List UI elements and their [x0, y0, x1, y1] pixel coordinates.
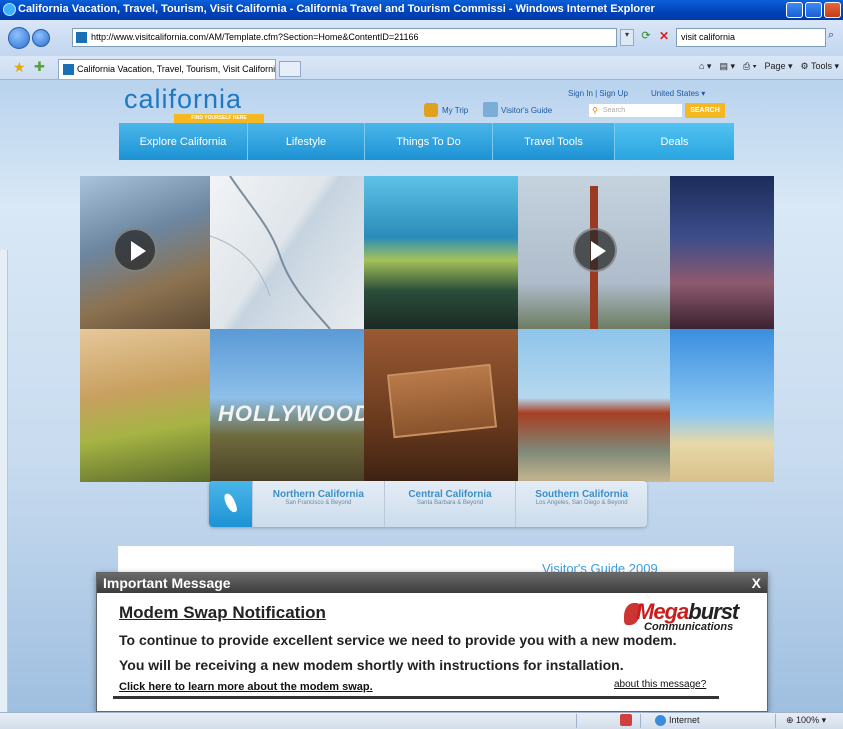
popup-header: Important Message X — [97, 573, 767, 593]
region-selector: Northern California San Francisco & Beyo… — [209, 481, 647, 527]
logo-word: california — [124, 84, 243, 114]
status-divider — [576, 714, 577, 728]
feeds-icon[interactable]: ▤ ▾ — [719, 61, 735, 72]
address-field[interactable]: http://www.visitcalifornia.com/AM/Templa… — [72, 28, 617, 47]
popup-close-button[interactable]: X — [752, 575, 761, 591]
map-photo[interactable] — [210, 176, 364, 329]
left-panel-edge — [0, 250, 8, 712]
chocolate-photo[interactable] — [364, 329, 518, 482]
stop-button[interactable]: ✕ — [656, 29, 672, 46]
nav-lifestyle[interactable]: Lifestyle — [248, 123, 365, 160]
learn-more-link[interactable]: Click here to learn more about the modem… — [119, 681, 373, 693]
close-window-button[interactable] — [824, 2, 841, 18]
coastline-graphic — [210, 176, 331, 329]
aquarium-photo[interactable] — [364, 176, 518, 329]
play-video-icon[interactable] — [113, 228, 157, 272]
forward-button[interactable] — [32, 29, 50, 47]
browser-search-input[interactable]: visit california — [676, 28, 826, 47]
minimize-button[interactable] — [786, 2, 803, 18]
region-central[interactable]: Central California Santa Barbara & Beyon… — [383, 481, 516, 527]
wildflowers-photo[interactable] — [80, 329, 210, 482]
address-dropdown-button[interactable]: ▾ — [620, 29, 634, 46]
hollywood-sign-graphic: HOLLYWOOD — [218, 401, 364, 426]
ie-icon — [3, 3, 16, 16]
back-button[interactable] — [8, 27, 30, 49]
browser-search-icon[interactable]: ⌕ — [828, 29, 834, 42]
hollywood-photo[interactable]: HOLLYWOOD — [210, 329, 364, 482]
security-zone[interactable]: Internet — [655, 715, 700, 726]
pier-photo[interactable] — [80, 176, 210, 329]
page-menu[interactable]: Page ▾ — [764, 61, 792, 72]
maximize-button[interactable] — [805, 2, 822, 18]
main-nav: Explore California Lifestyle Things To D… — [119, 123, 734, 160]
browser-tab[interactable]: California Vacation, Travel, Tourism, Vi… — [58, 59, 276, 79]
nav-explore-california[interactable]: Explore California — [119, 123, 248, 160]
region-sub: Santa Barbara & Beyond — [416, 500, 484, 506]
refresh-button[interactable]: ⟳ — [638, 29, 654, 46]
bridge-beach-photo[interactable] — [518, 329, 670, 482]
city-night-photo[interactable] — [670, 176, 774, 329]
my-trip-link[interactable]: My Trip — [424, 103, 468, 117]
status-bar: Internet ⊕ 100% ▾ — [0, 712, 843, 729]
region-sub: Los Angeles, San Diego & Beyond — [535, 500, 628, 506]
beach-palms-photo[interactable] — [670, 329, 774, 482]
add-favorites-icon[interactable]: ✚ — [34, 59, 45, 75]
region-name: Central California — [408, 489, 492, 500]
golden-gate-photo[interactable] — [518, 176, 670, 329]
chocolate-bar-graphic — [386, 363, 498, 439]
page-viewport: california FIND YOURSELF HERE Sign In | … — [0, 80, 843, 712]
popup-title: Modem Swap Notification — [119, 603, 326, 622]
favorites-star-icon[interactable]: ★ — [13, 59, 26, 76]
home-icon[interactable]: ⌂ ▾ — [699, 61, 711, 72]
tab-bar: ★ ✚ California Vacation, Travel, Tourism… — [0, 56, 843, 80]
guide-book-icon — [483, 102, 498, 117]
site-search-input[interactable]: ⚲ Search — [588, 103, 683, 118]
magnifier-icon: ⚲ — [592, 106, 598, 115]
suitcase-icon — [424, 103, 438, 117]
popup-message-line-1: To continue to provide excellent service… — [119, 632, 677, 648]
country-selector[interactable]: United States ▾ — [651, 89, 705, 98]
region-name: Southern California — [535, 489, 629, 500]
title-bar: California Vacation, Travel, Tourism, Vi… — [0, 0, 843, 20]
site-favicon-icon — [76, 32, 87, 43]
address-url: http://www.visitcalifornia.com/AM/Templa… — [91, 32, 419, 42]
logo-tagline: FIND YOURSELF HERE — [174, 114, 264, 123]
window-controls — [786, 2, 841, 18]
tab-label: California Vacation, Travel, Tourism, Vi… — [77, 64, 276, 74]
address-toolbar: http://www.visitcalifornia.com/AM/Templa… — [0, 20, 843, 56]
security-icon[interactable] — [620, 714, 632, 726]
globe-icon — [655, 715, 666, 726]
tools-menu[interactable]: ⚙ Tools ▾ — [801, 61, 839, 72]
region-name: Northern California — [272, 489, 364, 500]
important-message-popup: Important Message X Modem Swap Notificat… — [96, 572, 768, 712]
region-southern[interactable]: Southern California Los Angeles, San Die… — [515, 481, 647, 527]
site-search-button[interactable]: SEARCH — [685, 103, 725, 118]
nav-things-to-do[interactable]: Things To Do — [365, 123, 493, 160]
play-video-icon[interactable] — [573, 228, 617, 272]
about-message-link[interactable]: about this message? — [614, 679, 706, 690]
region-sub: San Francisco & Beyond — [285, 500, 352, 506]
visitors-guide-link[interactable]: Visitor's Guide — [483, 102, 552, 117]
megaburst-logo: Megaburst Communications — [624, 599, 754, 635]
popup-divider — [113, 696, 719, 699]
print-icon[interactable]: ⎙ ▾ — [743, 61, 756, 72]
popup-message-line-2: You will be receiving a new modem shortl… — [119, 657, 624, 673]
tab-favicon-icon — [63, 64, 74, 75]
status-divider — [775, 714, 776, 728]
california-map-icon[interactable] — [209, 481, 252, 527]
status-divider — [640, 714, 641, 728]
browser-window: California Vacation, Travel, Tourism, Vi… — [0, 0, 843, 729]
california-logo[interactable]: california FIND YOURSELF HERE — [124, 84, 264, 124]
signin-link[interactable]: Sign In | Sign Up — [568, 89, 628, 98]
window-title: California Vacation, Travel, Tourism, Vi… — [18, 3, 655, 15]
zoom-level[interactable]: ⊕ 100% ▾ — [786, 715, 826, 726]
command-bar: ⌂ ▾ ▤ ▾ ⎙ ▾ Page ▾ ⚙ Tools ▾ — [699, 61, 839, 72]
new-tab-button[interactable] — [279, 61, 301, 77]
nav-travel-tools[interactable]: Travel Tools — [493, 123, 615, 160]
nav-deals[interactable]: Deals — [615, 123, 734, 160]
popup-header-title: Important Message — [103, 575, 231, 591]
photo-mosaic: HOLLYWOOD — [80, 176, 774, 482]
region-northern[interactable]: Northern California San Francisco & Beyo… — [252, 481, 384, 527]
